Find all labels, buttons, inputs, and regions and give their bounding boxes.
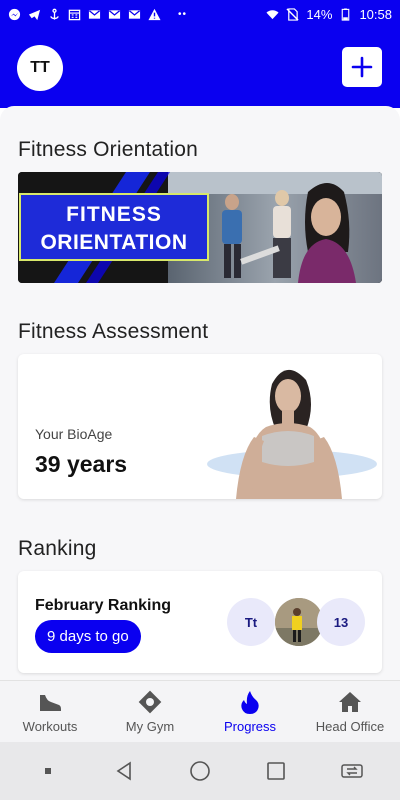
more-notifications: •• — [178, 8, 188, 20]
app-header: TT — [0, 28, 400, 108]
user-initials-circle: Tt — [227, 598, 275, 646]
gmail-icon-2 — [108, 8, 121, 21]
system-nav-bar — [0, 742, 400, 800]
recents-icon — [267, 762, 285, 780]
ranking-title: February Ranking — [35, 597, 172, 614]
plus-icon — [351, 56, 373, 78]
assessment-figure-image — [207, 369, 377, 499]
battery-icon — [339, 7, 352, 21]
sys-recents-button[interactable] — [262, 757, 290, 785]
gmail-icon — [88, 8, 101, 21]
swap-apps-icon — [341, 764, 363, 778]
days-remaining-badge: 9 days to go — [35, 620, 141, 653]
messenger-icon — [8, 8, 21, 21]
home-circle-icon — [190, 761, 210, 781]
bio-age-label: Your BioAge — [35, 426, 113, 442]
status-notifications: •• — [8, 8, 187, 21]
sys-back-button[interactable] — [110, 757, 138, 785]
dot-icon — [45, 768, 51, 774]
sys-dot-button[interactable] — [34, 757, 62, 785]
bottom-nav: Workouts My Gym Progress Head Office — [0, 680, 400, 742]
nav-progress[interactable]: Progress — [200, 681, 300, 742]
leader-avatar — [275, 598, 323, 646]
sys-home-button[interactable] — [186, 757, 214, 785]
gym-location-icon — [138, 690, 162, 714]
nav-progress-label: Progress — [223, 719, 277, 734]
banner-line2: ORIENTATION — [40, 231, 188, 254]
main-content: Fitness Orientation FITNESS ORIENTATION … — [0, 106, 400, 680]
no-sim-icon — [286, 7, 299, 21]
avatar[interactable]: TT — [17, 45, 63, 91]
participants-count: 13 — [317, 598, 365, 646]
flame-icon — [241, 691, 259, 714]
status-system: 14% 10:58 — [266, 7, 392, 22]
section-title-orientation: Fitness Orientation — [18, 138, 199, 161]
sys-switch-button[interactable] — [338, 757, 366, 785]
nav-my-gym[interactable]: My Gym — [100, 681, 200, 742]
anchor-icon — [48, 8, 61, 21]
nav-workouts[interactable]: Workouts — [0, 681, 100, 742]
telegram-icon — [28, 8, 41, 21]
battery-percent: 14% — [306, 6, 333, 22]
home-icon — [339, 692, 361, 712]
wifi-icon — [266, 8, 279, 21]
nav-head-office[interactable]: Head Office — [300, 681, 400, 742]
section-title-ranking: Ranking — [18, 537, 97, 560]
nav-head-office-label: Head Office — [315, 719, 385, 734]
nav-my-gym-label: My Gym — [125, 719, 175, 734]
back-icon — [116, 761, 131, 781]
status-bar: •• 14% 10:58 — [0, 0, 400, 28]
fitness-orientation-banner[interactable]: FITNESS ORIENTATION — [18, 172, 382, 283]
nav-workouts-label: Workouts — [22, 719, 78, 734]
ranking-card[interactable]: February Ranking 9 days to go Tt 13 — [18, 571, 382, 673]
gmail-icon-3 — [128, 8, 141, 21]
warning-icon — [148, 8, 161, 21]
clock: 10:58 — [359, 6, 392, 22]
add-button[interactable] — [342, 47, 382, 87]
bio-age-value: 39 years — [35, 451, 128, 477]
banner-line1: FITNESS — [66, 203, 162, 226]
fitness-assessment-card[interactable]: Your BioAge 39 years — [18, 354, 382, 499]
section-title-assessment: Fitness Assessment — [18, 320, 209, 343]
calendar-icon — [68, 8, 81, 21]
shoe-icon — [40, 695, 61, 711]
